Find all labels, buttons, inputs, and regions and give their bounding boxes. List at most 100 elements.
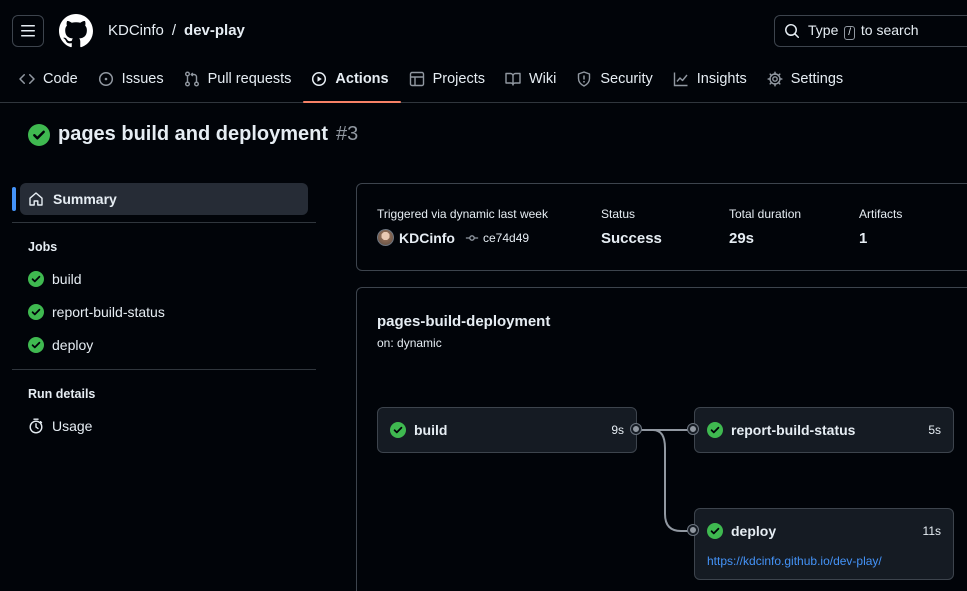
artifacts-stat: Artifacts 1	[859, 207, 902, 247]
hamburger-icon	[21, 25, 35, 37]
connector-dot	[688, 424, 698, 434]
breadcrumb-separator: /	[171, 22, 177, 39]
search-input[interactable]: Type / to search	[774, 15, 967, 47]
actor: KDCinfo ce74d49	[377, 229, 548, 246]
commit-sha: ce74d49	[483, 230, 530, 245]
graph-icon	[673, 72, 688, 87]
search-prefix: Type	[808, 22, 839, 38]
status-stat: Status Success	[601, 207, 662, 247]
tab-insights[interactable]: Insights	[665, 60, 759, 98]
sidebar-job-report-build-status[interactable]: report-build-status	[28, 304, 165, 320]
connector-dot	[631, 424, 641, 434]
commit-link[interactable]: ce74d49	[465, 231, 529, 245]
success-check-icon	[28, 123, 50, 146]
gear-icon	[767, 71, 783, 87]
repo-tabs: Code Issues Pull requests Actions Projec…	[0, 60, 855, 103]
tab-actions[interactable]: Actions	[303, 60, 401, 103]
tab-label: Issues	[121, 71, 164, 87]
workflow-graph-card: pages-build-deployment on: dynamic build…	[356, 287, 967, 591]
job-title: build	[390, 422, 447, 438]
duration-value: 29s	[729, 230, 755, 247]
success-check-icon	[28, 304, 44, 320]
duration-label: Total duration	[729, 207, 802, 221]
job-title: report-build-status	[707, 422, 855, 438]
tab-label: Code	[43, 71, 78, 87]
sidebar-job-build[interactable]: build	[28, 271, 82, 287]
artifacts-label: Artifacts	[859, 207, 903, 221]
tab-code[interactable]: Code	[0, 60, 90, 98]
tab-projects[interactable]: Projects	[401, 60, 497, 98]
tab-pull-requests[interactable]: Pull requests	[176, 60, 304, 98]
search-placeholder: Type / to search	[808, 22, 919, 40]
trigger-info: Triggered via dynamic last week KDCinfo …	[377, 207, 548, 246]
git-commit-icon	[465, 234, 479, 241]
app-header: KDCinfo / dev-play Type / to search Code…	[0, 0, 967, 103]
sidebar-job-deploy[interactable]: deploy	[28, 337, 93, 353]
job-name: build	[414, 422, 448, 438]
artifacts-value[interactable]: 1	[859, 230, 902, 247]
run-title: pages build and deployment	[58, 123, 329, 145]
job-name: report-build-status	[731, 422, 856, 438]
sidebar-job-label: deploy	[52, 337, 94, 353]
tab-issues[interactable]: Issues	[90, 60, 176, 98]
tab-label: Wiki	[528, 71, 557, 87]
tab-settings[interactable]: Settings	[759, 60, 855, 98]
job-build[interactable]: build 9s	[377, 407, 637, 453]
duration-stat: Total duration 29s	[729, 207, 801, 247]
issue-icon	[98, 71, 113, 87]
sidebar-job-label: report-build-status	[52, 304, 165, 320]
tab-security[interactable]: Security	[568, 60, 664, 98]
breadcrumb: KDCinfo / dev-play	[108, 22, 245, 39]
job-report-build-status[interactable]: report-build-status 5s	[694, 407, 954, 453]
book-icon	[505, 72, 521, 86]
table-icon	[409, 71, 424, 87]
search-icon	[785, 24, 800, 39]
page-title: pages build and deployment #3	[28, 123, 358, 146]
sidebar-item-label: Usage	[52, 418, 93, 434]
pull-request-icon	[184, 71, 199, 87]
avatar[interactable]	[377, 229, 394, 246]
success-check-icon	[28, 271, 44, 287]
tab-label: Security	[600, 71, 653, 87]
search-shortcut-key: /	[844, 26, 856, 40]
job-duration: 11s	[922, 524, 941, 538]
success-check-icon	[390, 422, 406, 438]
job-duration: 5s	[928, 423, 941, 437]
github-logo-icon[interactable]	[59, 14, 93, 48]
tab-label: Projects	[432, 71, 485, 87]
status-label: Status	[601, 207, 636, 221]
active-indicator	[12, 187, 16, 211]
tab-label: Actions	[335, 71, 389, 87]
success-check-icon	[707, 523, 723, 539]
tab-label: Insights	[696, 71, 747, 87]
deployment-url-link[interactable]: https://kdcinfo.github.io/dev-play/	[707, 554, 882, 568]
sidebar-item-usage[interactable]: Usage	[28, 418, 92, 434]
play-icon	[312, 71, 327, 87]
run-summary-card: Triggered via dynamic last week KDCinfo …	[356, 183, 967, 271]
shield-icon	[578, 71, 591, 87]
code-icon	[19, 73, 35, 85]
search-suffix: to search	[860, 22, 919, 38]
repo-owner-link[interactable]: KDCinfo	[108, 22, 164, 39]
run-number: #3	[336, 123, 359, 145]
success-check-icon	[28, 337, 44, 353]
jobs-heading: Jobs	[28, 240, 58, 254]
stopwatch-icon	[29, 418, 43, 434]
menu-button[interactable]	[12, 15, 44, 47]
sidebar-item-label: Summary	[53, 191, 117, 207]
repo-name-link[interactable]: dev-play	[184, 22, 245, 39]
tab-label: Settings	[790, 71, 844, 87]
tab-label: Pull requests	[207, 71, 292, 87]
actor-name[interactable]: KDCinfo	[399, 230, 455, 246]
sidebar-item-summary[interactable]: Summary	[20, 183, 308, 215]
success-check-icon	[707, 422, 723, 438]
connector-dot	[688, 525, 698, 535]
sidebar-divider	[12, 369, 316, 370]
status-value: Success	[601, 230, 662, 247]
sidebar-divider	[12, 222, 316, 223]
job-deploy[interactable]: deploy 11s https://kdcinfo.github.io/dev…	[694, 508, 954, 580]
job-name: deploy	[731, 523, 777, 539]
run-details-heading: Run details	[28, 387, 96, 401]
job-title: deploy	[707, 523, 776, 539]
tab-wiki[interactable]: Wiki	[497, 60, 568, 98]
